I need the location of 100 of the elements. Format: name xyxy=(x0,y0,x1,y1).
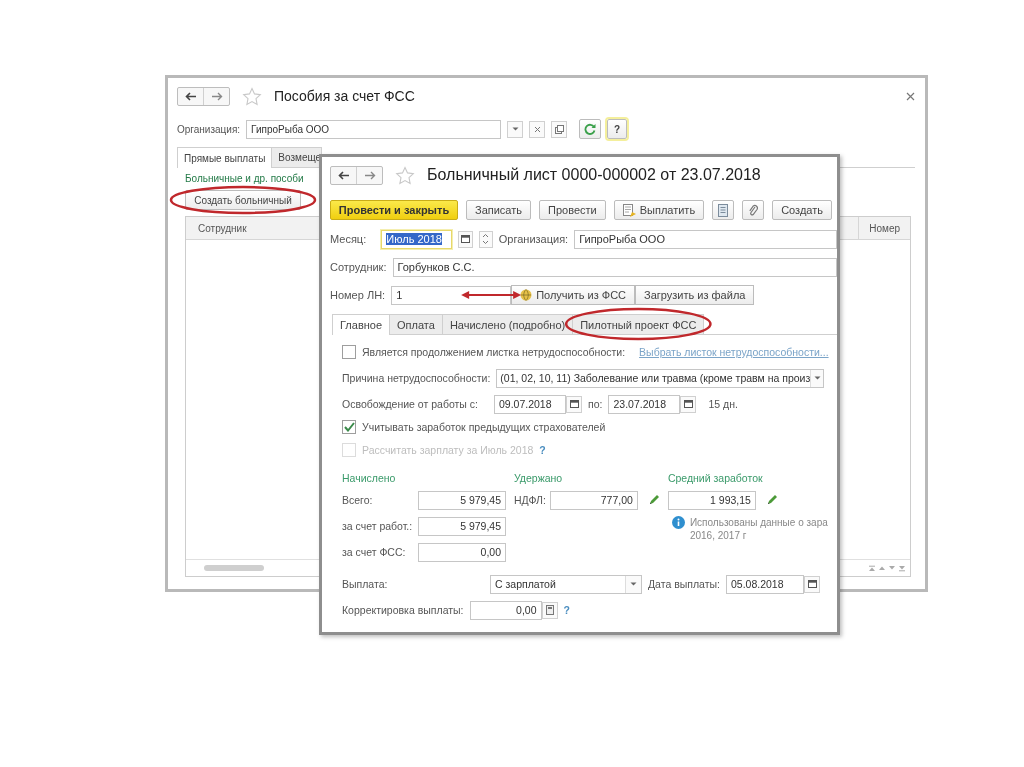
field-label: Сотрудник: xyxy=(330,261,387,273)
document-icon xyxy=(622,203,636,217)
attach-button[interactable] xyxy=(742,200,765,220)
amount-field[interactable]: 0,00 xyxy=(418,542,506,562)
info-icon xyxy=(671,516,685,529)
checkmark-icon xyxy=(343,422,355,432)
back-arrow-icon xyxy=(337,170,350,180)
tab[interactable]: Главное xyxy=(332,314,391,335)
open-window-icon xyxy=(554,124,564,134)
scroll-bottom-icon[interactable] xyxy=(898,564,906,572)
dropdown-button[interactable] xyxy=(810,369,824,387)
section-title: Удержано xyxy=(514,472,564,484)
date-field[interactable]: 09.07.2018 xyxy=(494,394,566,414)
select-value: С зарплатой xyxy=(495,578,556,590)
amount-field[interactable]: 5 979,45 xyxy=(418,516,506,536)
create-sick-leave-button[interactable]: Создать больничный xyxy=(185,190,301,210)
employee-field[interactable]: Горбунков С.С. xyxy=(392,257,837,277)
field-label: Месяц: xyxy=(330,233,368,245)
date-field[interactable]: 23.07.2018 xyxy=(608,394,681,414)
field-label: НДФЛ: xyxy=(514,494,546,506)
help-icon[interactable]: ? xyxy=(563,604,570,616)
refresh-icon xyxy=(584,123,597,135)
open-button[interactable] xyxy=(551,120,568,138)
field-label: Организация: xyxy=(498,233,569,245)
select-value: (01, 02, 10, 11) Заболевание или травма (кроме травм на произ xyxy=(500,372,811,384)
calendar-icon xyxy=(807,580,817,588)
number-field[interactable]: 1 xyxy=(391,285,512,305)
clear-icon xyxy=(533,125,541,133)
dropdown-button[interactable] xyxy=(507,120,524,138)
calendar-icon xyxy=(460,235,470,243)
forward-arrow-icon xyxy=(363,170,376,180)
date-field[interactable]: 05.08.2018 xyxy=(726,574,804,594)
calculator-icon xyxy=(545,605,554,615)
star-icon[interactable] xyxy=(242,86,262,106)
paperclip-icon xyxy=(748,203,759,217)
tab[interactable]: Начислено (подробно) xyxy=(441,314,574,334)
clear-button[interactable] xyxy=(529,120,546,138)
tab[interactable]: Оплата xyxy=(389,314,443,334)
field-label: по: xyxy=(588,398,603,410)
back-arrow-icon xyxy=(184,91,197,101)
forward-arrow-icon xyxy=(210,91,223,101)
star-icon[interactable] xyxy=(395,165,415,185)
pencil-icon[interactable] xyxy=(647,494,660,506)
group-title: Больничные и др. пособи xyxy=(185,173,304,184)
column-header[interactable]: Номер xyxy=(858,217,910,239)
field-label: Выплата: xyxy=(342,578,389,590)
double-arrow xyxy=(461,291,522,299)
load-from-file-button[interactable]: Загрузить из файла xyxy=(635,285,755,305)
field-label: за счет ФСС: xyxy=(342,546,407,558)
dropdown-icon xyxy=(813,376,821,380)
toolbar-button[interactable]: Создать xyxy=(772,200,832,220)
report-icon xyxy=(718,203,729,217)
field-label: Причина нетрудоспособности: xyxy=(342,372,491,384)
report-button[interactable] xyxy=(712,200,735,220)
field-label: Освобождение от работы с: xyxy=(342,398,479,410)
amount-field[interactable]: 1 993,15 xyxy=(667,490,756,510)
amount-field[interactable]: 777,00 xyxy=(549,490,638,510)
close-icon[interactable] xyxy=(906,91,915,101)
checkbox[interactable] xyxy=(342,420,356,434)
post-and-close-button[interactable]: Провести и закрыть xyxy=(330,200,458,220)
tab[interactable]: Пилотный проект ФСС xyxy=(572,314,705,334)
field-label: Организация: xyxy=(177,123,241,135)
organization-field[interactable]: ГипроРыба ООО xyxy=(574,229,837,249)
field-label: за счет работ.: xyxy=(342,520,414,532)
checkbox-label: Учитывать заработок предыдущих страхователей xyxy=(362,421,606,433)
pay-button[interactable]: Выплатить xyxy=(613,200,705,220)
dropdown-button[interactable] xyxy=(625,575,641,593)
toolbar-button[interactable]: Провести xyxy=(539,200,606,220)
info-text: Использованы данные о зара xyxy=(689,516,828,529)
pencil-icon[interactable] xyxy=(765,494,778,506)
calendar-icon xyxy=(569,400,579,408)
checkbox-label: Рассчитать зарплату за Июль 2018 xyxy=(362,444,534,456)
scrollbar[interactable] xyxy=(204,565,264,571)
scroll-top-icon[interactable] xyxy=(868,564,876,572)
spinner-button[interactable] xyxy=(478,230,493,248)
scroll-up-icon[interactable] xyxy=(878,564,886,571)
payment-select[interactable]: С зарплатой xyxy=(490,574,642,594)
calendar-button[interactable] xyxy=(566,395,582,413)
scroll-down-icon[interactable] xyxy=(888,564,896,571)
amount-field[interactable]: 5 979,45 xyxy=(418,490,506,510)
toolbar-button[interactable]: Записать xyxy=(466,200,531,220)
window-title: Пособия за счет ФСС xyxy=(274,88,415,104)
tab[interactable]: Прямые выплаты xyxy=(177,147,273,168)
reason-select[interactable]: (01, 02, 10, 11) Заболевание или травма (кроме травм на произ xyxy=(496,368,825,388)
refresh-button[interactable] xyxy=(579,119,602,139)
help-button[interactable]: ? xyxy=(607,119,628,139)
info-text: 2016, 2017 г xyxy=(689,529,748,542)
dropdown-icon xyxy=(511,127,519,131)
organization-field[interactable]: ГипроРыба ООО xyxy=(246,119,502,139)
calendar-button[interactable] xyxy=(458,230,473,248)
field-label: Всего: xyxy=(342,494,374,506)
checkbox[interactable] xyxy=(342,345,356,359)
month-field[interactable]: Июль 2018 xyxy=(381,229,453,249)
calendar-button[interactable] xyxy=(680,395,697,413)
tab[interactable]: Возмеще xyxy=(271,147,323,167)
globe-icon xyxy=(520,289,533,301)
fetch-from-fss-button[interactable]: Получить из ФСС xyxy=(511,285,636,305)
column-header[interactable]: Сотрудник xyxy=(186,222,259,234)
amount-field[interactable]: 0,00 xyxy=(469,600,542,620)
calendar-button[interactable] xyxy=(804,575,820,593)
